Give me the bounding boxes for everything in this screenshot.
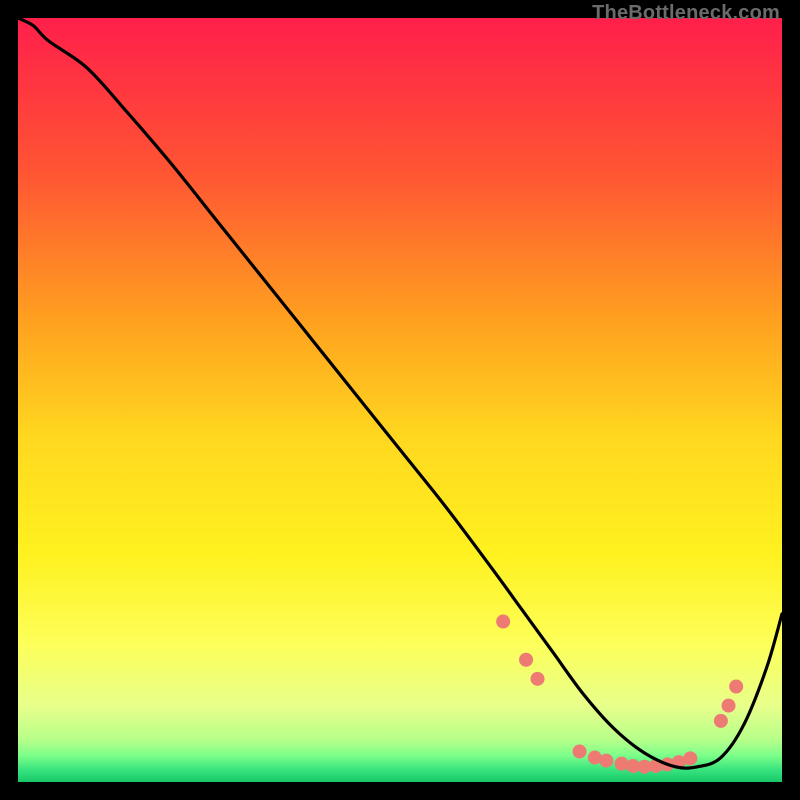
chart-marker [683, 751, 697, 765]
chart-marker [496, 615, 510, 629]
chart-marker [714, 714, 728, 728]
chart-svg [18, 18, 782, 782]
watermark-text: TheBottleneck.com [592, 2, 780, 25]
chart-marker [519, 653, 533, 667]
chart-stage: TheBottleneck.com [0, 0, 800, 800]
chart-marker [722, 699, 736, 713]
chart-background [18, 18, 782, 782]
chart-marker [599, 754, 613, 768]
chart-plot [18, 18, 782, 782]
chart-marker [531, 672, 545, 686]
chart-marker [573, 744, 587, 758]
chart-marker [729, 680, 743, 694]
